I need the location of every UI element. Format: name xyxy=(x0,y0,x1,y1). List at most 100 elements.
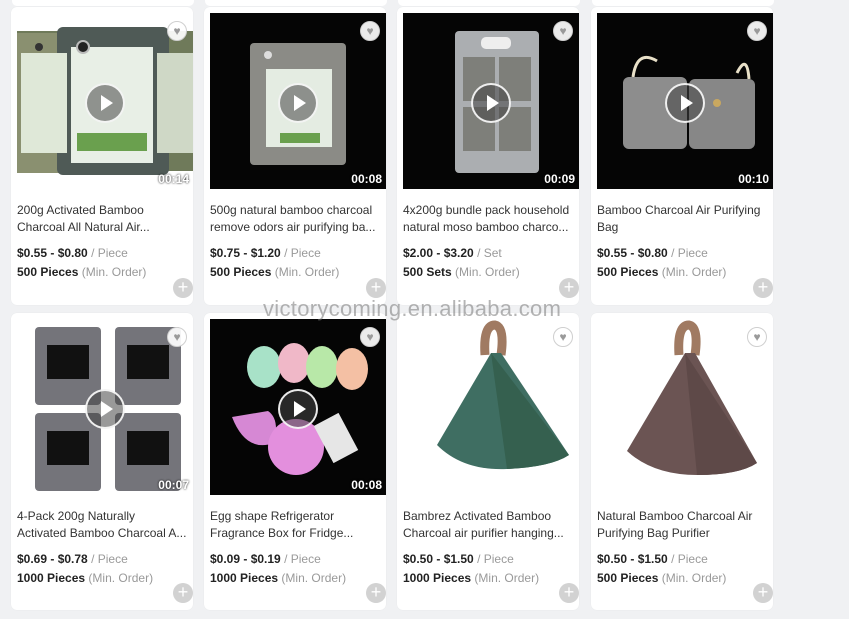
product-title[interactable]: 4x200g bundle pack household natural mos… xyxy=(403,202,579,236)
price-unit: / Piece xyxy=(284,552,321,566)
favorite-heart-icon[interactable]: ♥ xyxy=(553,21,573,41)
price-value: $0.55 - $0.80 xyxy=(597,246,668,260)
play-video-icon[interactable] xyxy=(471,83,511,123)
min-order: 500 Pieces (Min. Order) xyxy=(597,265,726,279)
min-order-value: 500 Sets xyxy=(403,265,452,279)
favorite-heart-icon[interactable]: ♥ xyxy=(360,327,380,347)
min-order: 500 Sets (Min. Order) xyxy=(403,265,520,279)
product-card[interactable]: ♥ Natural Bamboo Charcoal Air Purifying … xyxy=(591,313,773,610)
previous-row-card-edge xyxy=(205,0,387,6)
add-plus-icon[interactable]: + xyxy=(753,583,773,603)
price-unit: / Piece xyxy=(284,246,321,260)
price-value: $0.69 - $0.78 xyxy=(17,552,88,566)
price-unit: / Piece xyxy=(91,246,128,260)
add-plus-icon[interactable]: + xyxy=(366,583,386,603)
add-plus-icon[interactable]: + xyxy=(173,583,193,603)
product-card[interactable]: ♥ 00:08 Egg shape Refrigerator Fragrance… xyxy=(204,313,386,610)
min-order-label: (Min. Order) xyxy=(274,265,340,279)
min-order-value: 1000 Pieces xyxy=(403,571,472,585)
watermark: victorycoming.en.alibaba.com xyxy=(263,296,562,321)
min-order-label: (Min. Order) xyxy=(474,571,540,585)
product-image[interactable]: ♥ 00:09 xyxy=(403,13,579,189)
min-order-label: (Min. Order) xyxy=(661,265,727,279)
product-image[interactable]: ♥ xyxy=(403,319,579,495)
min-order-label: (Min. Order) xyxy=(281,571,347,585)
product-image[interactable]: ♥ 00:07 xyxy=(17,319,193,495)
min-order-label: (Min. Order) xyxy=(88,571,154,585)
product-image[interactable]: ♥ 00:10 xyxy=(597,13,773,189)
min-order-value: 1000 Pieces xyxy=(17,571,86,585)
product-title[interactable]: Bamboo Charcoal Air Purifying Bag xyxy=(597,202,773,236)
add-plus-icon[interactable]: + xyxy=(173,278,193,298)
min-order: 1000 Pieces (Min. Order) xyxy=(17,571,153,585)
favorite-heart-icon[interactable]: ♥ xyxy=(553,327,573,347)
product-card[interactable]: ♥ 00:07 4-Pack 200g Naturally Activated … xyxy=(11,313,193,610)
min-order: 1000 Pieces (Min. Order) xyxy=(210,571,346,585)
product-title[interactable]: 4-Pack 200g Naturally Activated Bamboo C… xyxy=(17,508,193,542)
product-title[interactable]: Bambrez Activated Bamboo Charcoal air pu… xyxy=(403,508,579,542)
price-value: $0.50 - $1.50 xyxy=(597,552,668,566)
min-order-value: 1000 Pieces xyxy=(210,571,279,585)
add-plus-icon[interactable]: + xyxy=(753,278,773,298)
video-duration: 00:09 xyxy=(544,172,575,186)
video-duration: 00:07 xyxy=(158,478,189,492)
product-card[interactable]: ♥ 00:08 500g natural bamboo charcoal rem… xyxy=(204,7,386,305)
min-order: 1000 Pieces (Min. Order) xyxy=(403,571,539,585)
min-order-value: 500 Pieces xyxy=(17,265,79,279)
min-order: 500 Pieces (Min. Order) xyxy=(210,265,339,279)
min-order: 500 Pieces (Min. Order) xyxy=(597,571,726,585)
product-title[interactable]: 500g natural bamboo charcoal remove odor… xyxy=(210,202,386,236)
price-unit: / Piece xyxy=(671,552,708,566)
product-title[interactable]: Natural Bamboo Charcoal Air Purifying Ba… xyxy=(597,508,773,542)
favorite-heart-icon[interactable]: ♥ xyxy=(747,327,767,347)
price-value: $0.09 - $0.19 xyxy=(210,552,281,566)
min-order-label: (Min. Order) xyxy=(661,571,727,585)
min-order-value: 500 Pieces xyxy=(597,265,659,279)
previous-row-card-edge xyxy=(398,0,580,6)
play-video-icon[interactable] xyxy=(85,83,125,123)
price-value: $2.00 - $3.20 xyxy=(403,246,474,260)
price-range: $0.09 - $0.19 / Piece xyxy=(210,552,321,566)
play-video-icon[interactable] xyxy=(278,83,318,123)
min-order-label: (Min. Order) xyxy=(81,265,147,279)
product-card[interactable]: ♥ 00:09 4x200g bundle pack household nat… xyxy=(397,7,579,305)
price-range: $0.75 - $1.20 / Piece xyxy=(210,246,321,260)
previous-row-card-edge xyxy=(592,0,774,6)
video-duration: 00:08 xyxy=(351,172,382,186)
price-value: $0.55 - $0.80 xyxy=(17,246,88,260)
play-video-icon[interactable] xyxy=(278,389,318,429)
video-duration: 00:08 xyxy=(351,478,382,492)
product-card[interactable]: ♥ 00:10 Bamboo Charcoal Air Purifying Ba… xyxy=(591,7,773,305)
price-range: $0.50 - $1.50 / Piece xyxy=(403,552,514,566)
add-plus-icon[interactable]: + xyxy=(559,583,579,603)
favorite-heart-icon[interactable]: ♥ xyxy=(360,21,380,41)
product-image[interactable]: ♥ 00:08 xyxy=(210,319,386,495)
play-video-icon[interactable] xyxy=(85,389,125,429)
product-card[interactable]: ♥ 00:14 200g Activated Bamboo Charcoal A… xyxy=(11,7,193,305)
price-unit: / Piece xyxy=(91,552,128,566)
min-order: 500 Pieces (Min. Order) xyxy=(17,265,146,279)
product-title[interactable]: Egg shape Refrigerator Fragrance Box for… xyxy=(210,508,386,542)
add-plus-icon[interactable]: + xyxy=(366,278,386,298)
favorite-heart-icon[interactable]: ♥ xyxy=(167,21,187,41)
product-image[interactable]: ♥ 00:14 xyxy=(17,13,193,189)
green-pyramid-bag-photo xyxy=(403,319,579,495)
product-card[interactable]: ♥ Bambrez Activated Bamboo Charcoal air … xyxy=(397,313,579,610)
product-image[interactable]: ♥ xyxy=(597,319,773,495)
play-video-icon[interactable] xyxy=(665,83,705,123)
price-range: $0.69 - $0.78 / Piece xyxy=(17,552,128,566)
favorite-heart-icon[interactable]: ♥ xyxy=(747,21,767,41)
product-image[interactable]: ♥ 00:08 xyxy=(210,13,386,189)
brown-pyramid-bag-photo xyxy=(597,319,773,495)
video-duration: 00:14 xyxy=(158,172,189,186)
price-unit: / Piece xyxy=(477,552,514,566)
price-range: $0.55 - $0.80 / Piece xyxy=(17,246,128,260)
previous-row-card-edge xyxy=(12,0,194,6)
price-unit: / Set xyxy=(477,246,502,260)
min-order-label: (Min. Order) xyxy=(455,265,520,279)
add-plus-icon[interactable]: + xyxy=(559,278,579,298)
product-title[interactable]: 200g Activated Bamboo Charcoal All Natur… xyxy=(17,202,193,236)
favorite-heart-icon[interactable]: ♥ xyxy=(167,327,187,347)
price-value: $0.75 - $1.20 xyxy=(210,246,281,260)
min-order-value: 500 Pieces xyxy=(597,571,659,585)
